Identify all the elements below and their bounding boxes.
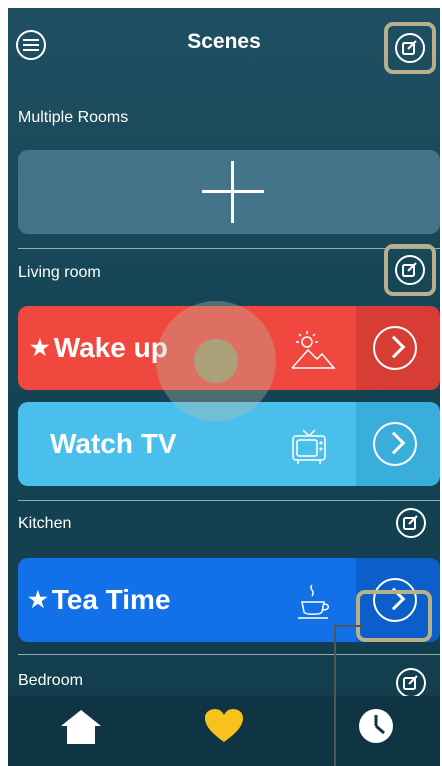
edit-icon xyxy=(402,40,417,55)
section-label-multiple-rooms: Multiple Rooms xyxy=(18,109,129,126)
annotation-leader xyxy=(334,625,336,766)
edit-scenes-button[interactable] xyxy=(395,33,425,63)
annotation-leader xyxy=(334,625,364,627)
scene-open-button[interactable] xyxy=(356,402,440,486)
scene-title: ★ Tea Time xyxy=(28,558,171,642)
scene-title: Watch TV xyxy=(50,402,177,486)
divider xyxy=(18,654,440,655)
section-label-bedroom: Bedroom xyxy=(18,672,83,689)
scene-open-button[interactable] xyxy=(356,306,440,390)
tab-bar xyxy=(8,696,440,766)
home-icon xyxy=(61,710,101,744)
section-label-kitchen: Kitchen xyxy=(18,515,72,532)
edit-kitchen-button[interactable] xyxy=(396,508,426,538)
tab-timers[interactable] xyxy=(358,708,394,749)
sunrise-mountain-icon xyxy=(291,331,336,369)
scene-title: ★ Wake up xyxy=(30,306,168,390)
chevron-right-icon xyxy=(373,422,417,466)
tab-favorites[interactable] xyxy=(204,708,244,749)
star-icon: ★ xyxy=(30,335,50,360)
teacup-icon xyxy=(298,584,330,619)
scene-name: Tea Time xyxy=(51,584,171,615)
divider xyxy=(18,500,440,501)
edit-icon xyxy=(403,515,418,530)
divider xyxy=(18,248,440,249)
scene-main[interactable]: Watch TV xyxy=(18,402,356,486)
header: Scenes xyxy=(8,8,440,80)
scenes-screen: Scenes Multiple Rooms Living room ★ Wake… xyxy=(8,8,440,766)
highlight-frame xyxy=(356,590,432,642)
edit-living-room-button[interactable] xyxy=(395,255,425,285)
page-title: Scenes xyxy=(187,30,261,53)
clock-icon xyxy=(359,709,393,743)
scene-main[interactable]: ★ Tea Time xyxy=(18,558,356,642)
edit-icon xyxy=(402,262,417,277)
touch-point xyxy=(194,339,238,383)
tv-icon xyxy=(292,429,326,464)
chevron-right-icon xyxy=(373,326,417,370)
scene-name: Watch TV xyxy=(50,428,177,459)
add-scene-button[interactable] xyxy=(18,150,440,234)
section-label-living-room: Living room xyxy=(18,264,101,281)
tab-home[interactable] xyxy=(58,706,104,753)
heart-icon xyxy=(205,709,243,742)
star-icon: ★ xyxy=(28,587,48,612)
edit-bedroom-button[interactable] xyxy=(396,668,426,698)
edit-icon xyxy=(403,675,418,690)
scene-name: Wake up xyxy=(53,332,168,363)
